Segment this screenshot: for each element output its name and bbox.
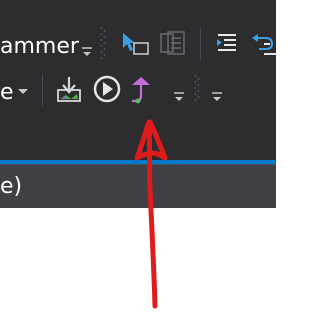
red-arrow-annotation bbox=[134, 119, 168, 309]
